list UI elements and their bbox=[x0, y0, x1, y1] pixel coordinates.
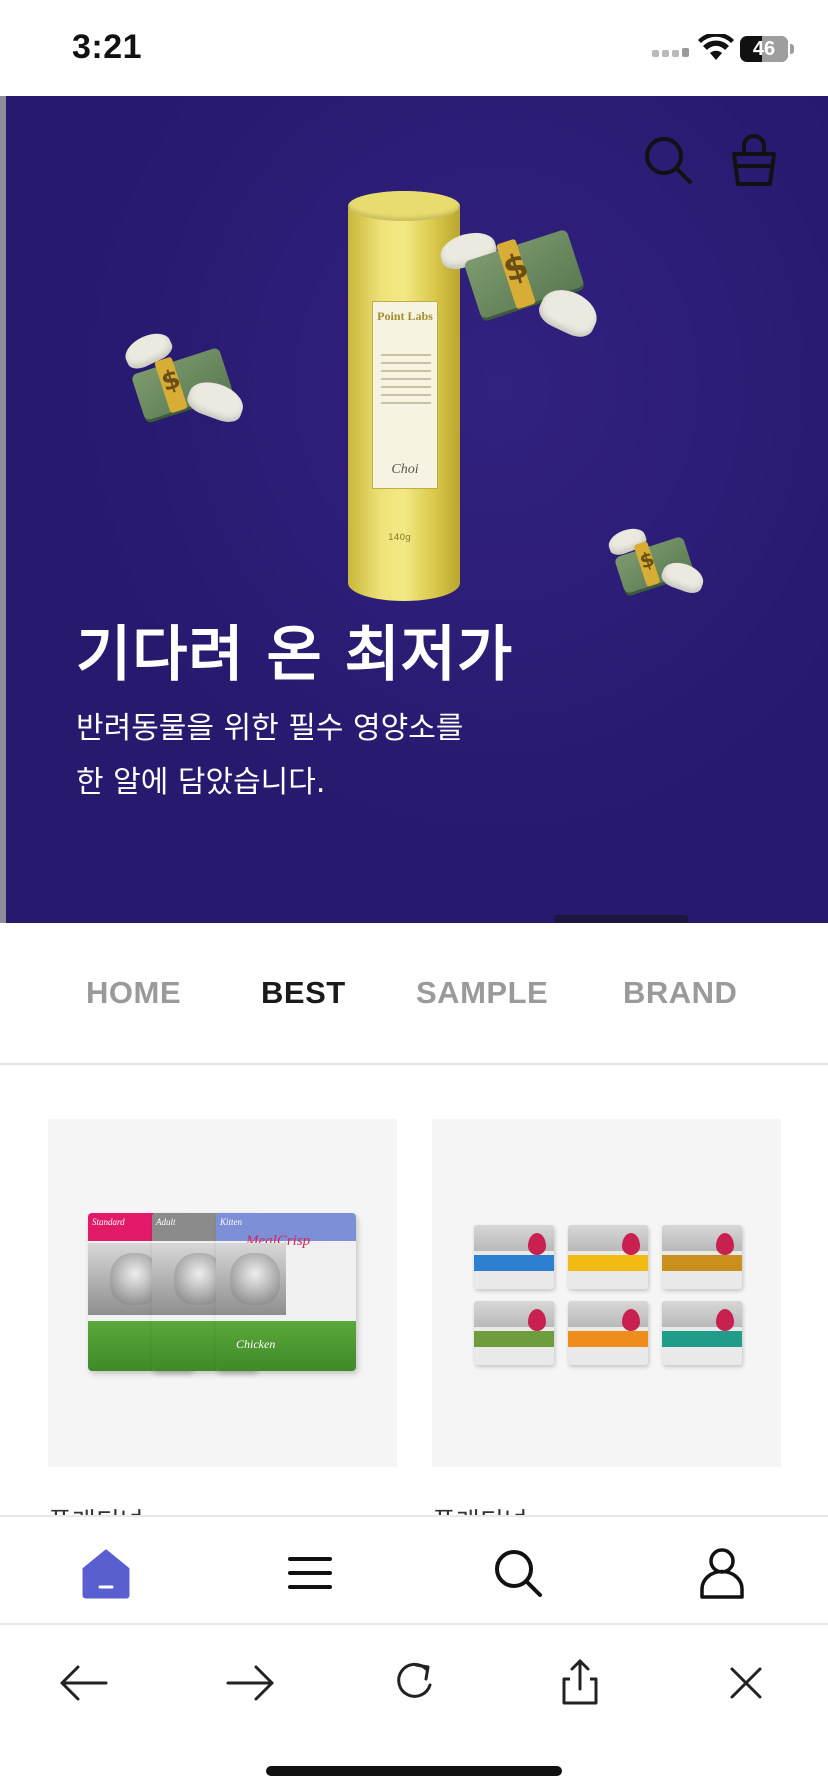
bag-flavor: Chicken bbox=[236, 1337, 276, 1351]
tab-sample[interactable]: SAMPLE bbox=[416, 975, 548, 1011]
tab-best[interactable]: BEST bbox=[261, 975, 346, 1011]
previous-slide-edge bbox=[0, 96, 6, 923]
product-card-wet-food-cartons[interactable] bbox=[432, 1119, 781, 1467]
home-indicator bbox=[266, 1766, 562, 1776]
tube-signature: Choi bbox=[391, 462, 419, 477]
flying-money-icon: $ bbox=[118, 327, 249, 436]
share-icon[interactable] bbox=[552, 1655, 608, 1711]
hero-banner[interactable]: Point Labs Choi 140g $ $ $ 기다려 온 최저가 반려동… bbox=[0, 96, 828, 923]
tab-home[interactable]: HOME bbox=[86, 975, 181, 1011]
carton-blue bbox=[474, 1225, 554, 1289]
bag-tag: Kitten bbox=[220, 1217, 242, 1227]
hero-title: 기다려 온 최저가 bbox=[76, 620, 514, 690]
hero-subtitle-line-2: 한 알에 담았습니다. bbox=[76, 765, 326, 800]
hero-subtitle: 반려동물을 위한 필수 영양소를 한 알에 담았습니다. bbox=[76, 702, 463, 810]
product-card-cat-food-bags[interactable]: Standard Adult Kitten MealCrisp Chicken bbox=[48, 1119, 397, 1467]
battery-cap bbox=[790, 44, 794, 54]
close-icon[interactable] bbox=[718, 1655, 774, 1711]
cellular-signal-icon bbox=[652, 48, 689, 57]
tube-weight: 140g bbox=[388, 533, 411, 543]
battery-icon: 46 bbox=[740, 36, 788, 62]
wifi-icon bbox=[698, 34, 734, 60]
carton-green bbox=[474, 1301, 554, 1365]
bag-tag: Standard bbox=[92, 1217, 125, 1227]
shopping-bag-icon[interactable] bbox=[724, 130, 784, 190]
carton-teal bbox=[662, 1301, 742, 1365]
carousel-indicator bbox=[554, 915, 688, 923]
back-arrow-icon[interactable] bbox=[56, 1655, 112, 1711]
menu-icon[interactable] bbox=[282, 1545, 338, 1601]
forward-arrow-icon[interactable] bbox=[222, 1655, 278, 1711]
carton-gold bbox=[662, 1225, 742, 1289]
home-icon[interactable] bbox=[78, 1545, 134, 1601]
carton-orange bbox=[568, 1301, 648, 1365]
carton-yellow bbox=[568, 1225, 648, 1289]
tube-label: Point Labs Choi bbox=[372, 301, 438, 489]
flying-money-icon: $ bbox=[605, 524, 708, 606]
flying-money-icon: $ bbox=[436, 226, 604, 346]
hero-subtitle-line-1: 반려동물을 위한 필수 영양소를 bbox=[76, 711, 464, 746]
product-bag-kitten: Kitten MealCrisp Chicken bbox=[216, 1213, 356, 1371]
search-icon[interactable] bbox=[640, 132, 696, 188]
bottom-navigation bbox=[0, 1515, 828, 1625]
search-icon[interactable] bbox=[490, 1545, 546, 1601]
status-time: 3:21 bbox=[72, 28, 143, 66]
account-icon[interactable] bbox=[694, 1545, 750, 1601]
bag-tag: Adult bbox=[156, 1217, 176, 1227]
status-bar: 3:21 46 bbox=[0, 0, 828, 96]
category-tabs: HOME BEST SAMPLE BRAND bbox=[0, 923, 828, 1065]
battery-level: 46 bbox=[752, 38, 776, 60]
tube-brand: Point Labs bbox=[377, 309, 433, 323]
tab-brand[interactable]: BRAND bbox=[623, 975, 737, 1011]
reload-icon[interactable] bbox=[386, 1655, 442, 1711]
